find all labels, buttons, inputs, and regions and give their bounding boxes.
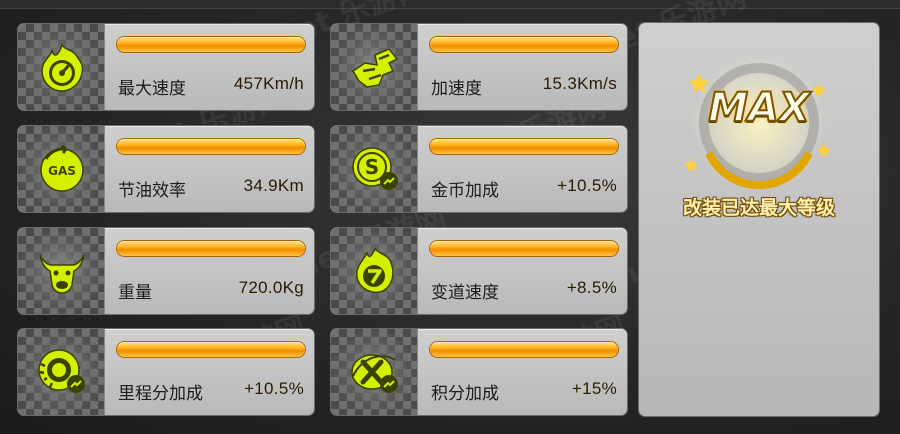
stat-value: +15% (571, 379, 617, 398)
stat-card-fuel-efficiency: GAS 节油效率 34.9Km (18, 126, 314, 212)
stat-label: 变道速度 (431, 283, 499, 303)
stat-bar (430, 241, 618, 256)
stat-value: +8.5% (566, 278, 617, 297)
coin-bonus-icon: S (352, 147, 398, 190)
stat-card-lane-change: 变道速度 +8.5% (331, 228, 627, 314)
stat-card-weight: 重量 720.0Kg (18, 228, 314, 314)
stat-bar (430, 139, 618, 154)
stat-value: +10.5% (557, 176, 617, 195)
max-badge: MAX (707, 84, 811, 132)
stat-value: 720.0Kg (238, 278, 304, 297)
stat-label: 积分加成 (431, 384, 499, 404)
top-bar (0, 0, 900, 9)
stat-bar (117, 139, 305, 154)
svg-text:GAS: GAS (48, 164, 76, 178)
stat-card-max-speed: 最大速度 457Km/h (18, 24, 314, 110)
stat-label: 金币加成 (431, 181, 499, 201)
tire-icon (38, 349, 85, 393)
max-level-panel: MAX 改装已达最大等级 (639, 23, 879, 416)
stat-bar (117, 241, 305, 256)
stat-card-acceleration: 加速度 15.3Km/s (331, 24, 627, 110)
stat-bar (117, 37, 305, 52)
lane-change-icon (355, 247, 394, 293)
gas-icon: GAS (40, 144, 84, 192)
max-level-caption: 改装已达最大等级 (682, 197, 835, 219)
stat-label: 加速度 (431, 79, 482, 99)
bull-icon (39, 254, 85, 294)
stat-card-score-bonus: 积分加成 +15% (331, 329, 627, 415)
stat-bar (430, 37, 618, 52)
stat-value: 34.9Km (243, 176, 304, 195)
speedometer-icon (41, 43, 84, 92)
stat-value: 457Km/h (233, 74, 304, 93)
stat-value: 15.3Km/s (542, 74, 617, 93)
stat-bar (117, 342, 305, 357)
acceleration-icon (351, 48, 399, 88)
svg-text:S: S (365, 155, 379, 179)
stat-bar (430, 342, 618, 357)
stat-label: 最大速度 (118, 79, 186, 99)
stat-value: +10.5% (244, 379, 304, 398)
stat-card-coin-bonus: S 金币加成 +10.5% (331, 126, 627, 212)
stat-label: 里程分加成 (118, 384, 203, 404)
score-bonus-icon (351, 354, 398, 393)
stat-card-mileage-bonus: 里程分加成 +10.5% (18, 329, 314, 415)
stat-label: 重量 (118, 283, 152, 303)
stat-label: 节油效率 (118, 181, 186, 201)
